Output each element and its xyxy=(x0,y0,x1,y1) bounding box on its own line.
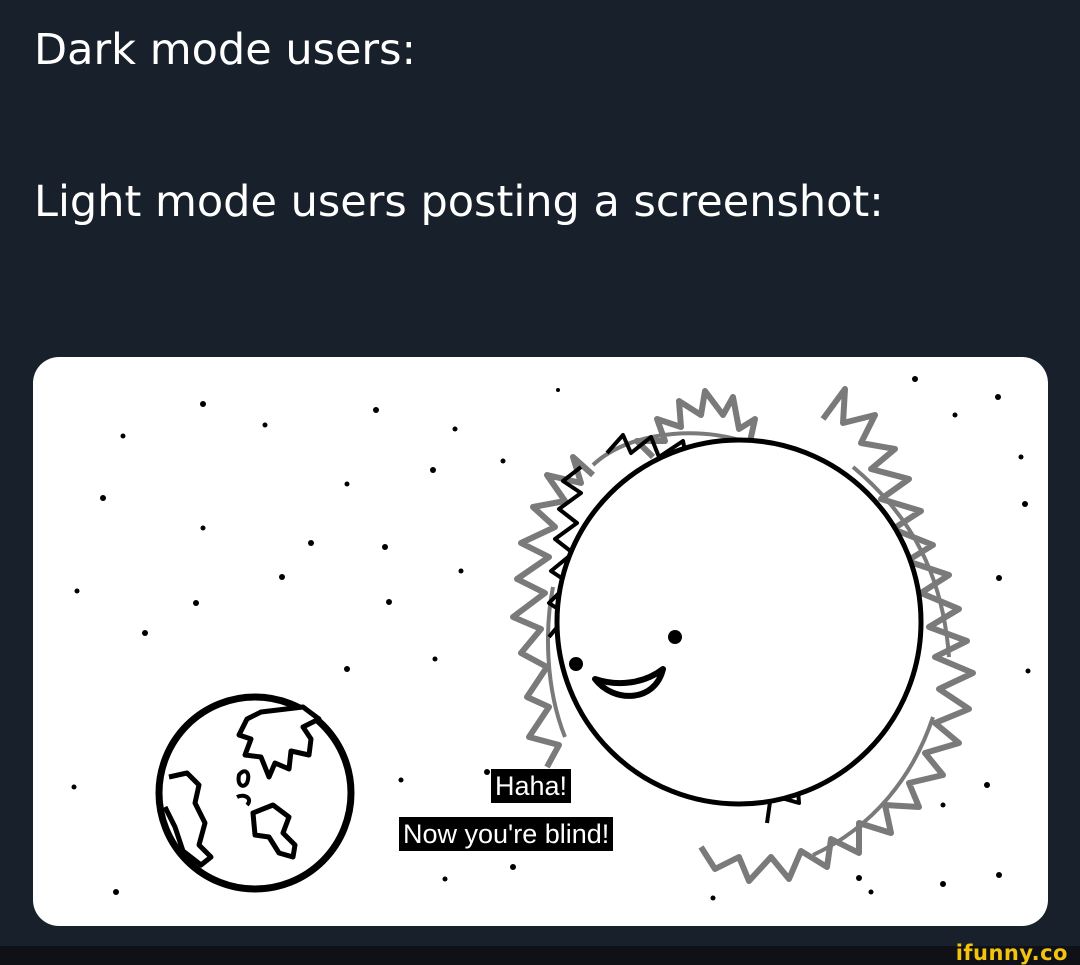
caption-light-mode: Light mode users posting a screenshot: xyxy=(34,177,884,227)
sun-right-eye xyxy=(668,630,682,644)
caption-dark-mode: Dark mode users: xyxy=(34,25,417,75)
footer-bar: ifunny.co xyxy=(0,941,1080,965)
sun xyxy=(554,437,924,807)
sun-left-eye xyxy=(569,657,583,671)
subtitle-now-youre-blind: Now you're blind! xyxy=(399,817,614,851)
comic-panel: Haha! Now you're blind! xyxy=(33,357,1048,926)
ifunny-watermark: ifunny.co xyxy=(955,941,1068,965)
subtitle-haha: Haha! xyxy=(491,769,572,803)
earth xyxy=(155,693,355,893)
